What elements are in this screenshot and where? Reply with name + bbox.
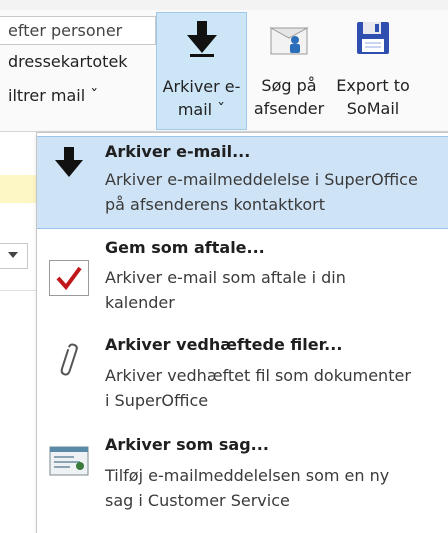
archive-email-label-1: Arkiver e-	[162, 77, 241, 96]
export-somail-label-2: SoMail	[346, 99, 400, 118]
menu-item-description: Arkiver e-mail som aftale i din kalender	[105, 268, 346, 312]
export-somail-button[interactable]: Export to SoMail	[329, 12, 417, 130]
dropdown-fragment[interactable]	[0, 243, 28, 269]
menu-item-title: Arkiver vedhæftede filer...	[105, 335, 343, 354]
search-sender-label-1: Søg på	[261, 76, 317, 95]
menu-item-description: Arkiver vedhæftet fil som dokumenter i S…	[105, 366, 411, 410]
search-sender-button[interactable]: Søg på afsender	[249, 12, 329, 130]
menu-item-title: Arkiver som sag...	[105, 435, 269, 454]
title-bar-strip	[0, 0, 448, 10]
chevron-down-icon	[8, 252, 18, 258]
menu-item-title: Arkiver e-mail...	[105, 142, 251, 161]
menu-item-archive-email[interactable]: Arkiver e-mail... Arkiver e-mailmeddelel…	[37, 136, 448, 229]
checkmark-icon	[49, 260, 89, 296]
paperclip-icon	[47, 338, 91, 382]
divider	[0, 290, 36, 291]
menu-item-archive-as-request[interactable]: Arkiver som sag... Tilføj e-mailmeddelel…	[37, 430, 448, 533]
menu-item-description: Tilføj e-mailmeddelelsen som en ny sag i…	[105, 466, 390, 510]
archive-email-label-2: mail ˇ	[177, 100, 226, 119]
archive-dropdown-menu: Arkiver e-mail... Arkiver e-mailmeddelel…	[36, 132, 448, 533]
archive-down-arrow-icon	[47, 141, 91, 185]
archive-down-arrow-icon	[157, 19, 246, 65]
request-ticket-icon	[47, 438, 91, 482]
menu-item-description: Arkiver e-mailmeddelelse i SuperOffice p…	[105, 170, 418, 214]
contact-card-icon	[249, 18, 329, 64]
floppy-disk-icon	[329, 18, 417, 64]
menu-item-archive-attachments[interactable]: Arkiver vedhæftede filer... Arkiver vedh…	[37, 330, 448, 430]
export-somail-label-1: Export to	[336, 76, 410, 95]
info-bar-fragment	[0, 175, 36, 203]
filter-mail-button[interactable]: iltrer mail ˇ	[8, 86, 98, 105]
address-book-button[interactable]: dressekartotek	[8, 52, 128, 71]
archive-email-button[interactable]: Arkiver e- mail ˇ	[156, 12, 247, 130]
search-sender-label-2: afsender	[253, 99, 325, 118]
menu-item-save-as-appointment[interactable]: Gem som aftale... Arkiver e-mail som aft…	[37, 230, 448, 330]
search-people-input[interactable]: efter personer	[0, 16, 156, 45]
menu-item-title: Gem som aftale...	[105, 238, 265, 257]
